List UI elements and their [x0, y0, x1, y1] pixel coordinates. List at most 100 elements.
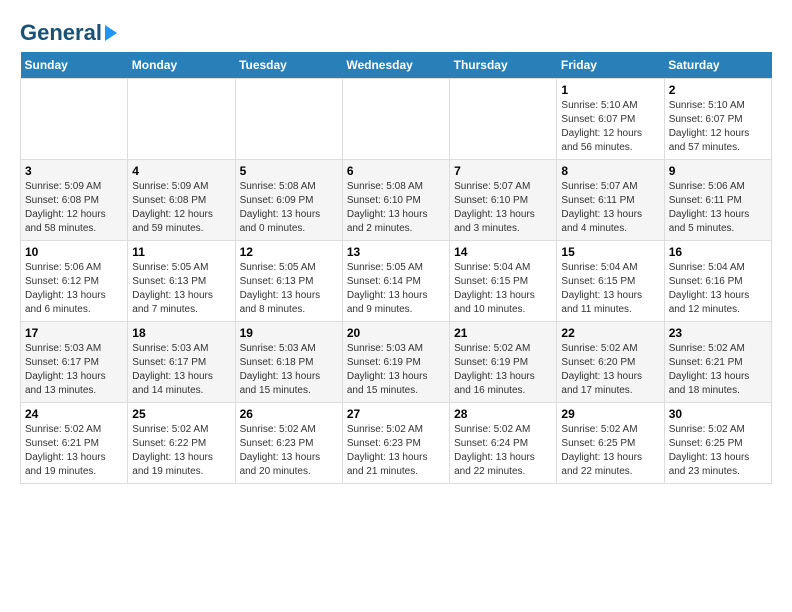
day-number: 19	[240, 326, 338, 340]
logo-arrow-icon	[105, 25, 117, 41]
day-number: 4	[132, 164, 230, 178]
calendar-cell	[128, 79, 235, 160]
day-number: 16	[669, 245, 767, 259]
logo-general: General	[20, 20, 102, 46]
day-number: 26	[240, 407, 338, 421]
day-number: 30	[669, 407, 767, 421]
weekday-wednesday: Wednesday	[342, 52, 449, 79]
calendar-cell	[450, 79, 557, 160]
day-info: Sunrise: 5:08 AM Sunset: 6:09 PM Dayligh…	[240, 180, 338, 236]
day-info: Sunrise: 5:03 AM Sunset: 6:17 PM Dayligh…	[25, 342, 123, 398]
day-info: Sunrise: 5:04 AM Sunset: 6:15 PM Dayligh…	[454, 261, 552, 317]
day-number: 21	[454, 326, 552, 340]
weekday-friday: Friday	[557, 52, 664, 79]
calendar-cell: 27 Sunrise: 5:02 AM Sunset: 6:23 PM Dayli…	[342, 403, 449, 484]
day-info: Sunrise: 5:05 AM Sunset: 6:13 PM Dayligh…	[132, 261, 230, 317]
day-info: Sunrise: 5:10 AM Sunset: 6:07 PM Dayligh…	[561, 99, 659, 155]
calendar-cell: 12Sunrise: 5:05 AM Sunset: 6:13 PM Dayli…	[235, 241, 342, 322]
calendar-cell: 30Sunrise: 5:02 AM Sunset: 6:25 PM Dayli…	[664, 403, 771, 484]
calendar-cell: 16 Sunrise: 5:04 AM Sunset: 6:16 PM Dayli…	[664, 241, 771, 322]
calendar-cell: 15 Sunrise: 5:04 AM Sunset: 6:15 PM Dayli…	[557, 241, 664, 322]
day-info: Sunrise: 5:06 AM Sunset: 6:12 PM Dayligh…	[25, 261, 123, 317]
day-number: 7	[454, 164, 552, 178]
calendar-cell: 28 Sunrise: 5:02 AM Sunset: 6:24 PM Dayli…	[450, 403, 557, 484]
calendar-cell: 21 Sunrise: 5:02 AM Sunset: 6:19 PM Dayli…	[450, 322, 557, 403]
day-number: 14	[454, 245, 552, 259]
calendar-cell: 20Sunrise: 5:03 AM Sunset: 6:19 PM Dayli…	[342, 322, 449, 403]
calendar-cell: 11 Sunrise: 5:05 AM Sunset: 6:13 PM Dayli…	[128, 241, 235, 322]
day-number: 22	[561, 326, 659, 340]
calendar-cell: 22 Sunrise: 5:02 AM Sunset: 6:20 PM Dayli…	[557, 322, 664, 403]
day-number: 24	[25, 407, 123, 421]
calendar-cell: 19 Sunrise: 5:03 AM Sunset: 6:18 PM Dayli…	[235, 322, 342, 403]
day-info: Sunrise: 5:05 AM Sunset: 6:14 PM Dayligh…	[347, 261, 445, 317]
day-number: 2	[669, 83, 767, 97]
day-number: 18	[132, 326, 230, 340]
weekday-sunday: Sunday	[21, 52, 128, 79]
day-info: Sunrise: 5:02 AM Sunset: 6:23 PM Dayligh…	[347, 423, 445, 479]
calendar-cell: 13 Sunrise: 5:05 AM Sunset: 6:14 PM Dayli…	[342, 241, 449, 322]
calendar-cell: 9Sunrise: 5:06 AM Sunset: 6:11 PM Daylig…	[664, 160, 771, 241]
day-info: Sunrise: 5:03 AM Sunset: 6:18 PM Dayligh…	[240, 342, 338, 398]
calendar-cell: 1 Sunrise: 5:10 AM Sunset: 6:07 PM Daylig…	[557, 79, 664, 160]
day-info: Sunrise: 5:02 AM Sunset: 6:20 PM Dayligh…	[561, 342, 659, 398]
calendar-cell: 2 Sunrise: 5:10 AM Sunset: 6:07 PM Daylig…	[664, 79, 771, 160]
day-info: Sunrise: 5:04 AM Sunset: 6:16 PM Dayligh…	[669, 261, 767, 317]
calendar-table: SundayMondayTuesdayWednesdayThursdayFrid…	[20, 52, 772, 484]
day-info: Sunrise: 5:03 AM Sunset: 6:17 PM Dayligh…	[132, 342, 230, 398]
calendar-cell: 6 Sunrise: 5:08 AM Sunset: 6:10 PM Daylig…	[342, 160, 449, 241]
calendar-cell: 26 Sunrise: 5:02 AM Sunset: 6:23 PM Dayli…	[235, 403, 342, 484]
calendar-week-row: 17Sunrise: 5:03 AM Sunset: 6:17 PM Dayli…	[21, 322, 772, 403]
day-number: 9	[669, 164, 767, 178]
day-info: Sunrise: 5:02 AM Sunset: 6:21 PM Dayligh…	[669, 342, 767, 398]
day-number: 23	[669, 326, 767, 340]
calendar-week-row: 10 Sunrise: 5:06 AM Sunset: 6:12 PM Dayli…	[21, 241, 772, 322]
weekday-saturday: Saturday	[664, 52, 771, 79]
day-number: 1	[561, 83, 659, 97]
day-number: 15	[561, 245, 659, 259]
day-number: 10	[25, 245, 123, 259]
calendar-cell	[21, 79, 128, 160]
day-info: Sunrise: 5:08 AM Sunset: 6:10 PM Dayligh…	[347, 180, 445, 236]
day-number: 12	[240, 245, 338, 259]
day-info: Sunrise: 5:02 AM Sunset: 6:21 PM Dayligh…	[25, 423, 123, 479]
weekday-monday: Monday	[128, 52, 235, 79]
calendar-cell: 8 Sunrise: 5:07 AM Sunset: 6:11 PM Daylig…	[557, 160, 664, 241]
day-number: 29	[561, 407, 659, 421]
day-number: 6	[347, 164, 445, 178]
day-info: Sunrise: 5:09 AM Sunset: 6:08 PM Dayligh…	[132, 180, 230, 236]
weekday-header-row: SundayMondayTuesdayWednesdayThursdayFrid…	[21, 52, 772, 79]
calendar-cell	[342, 79, 449, 160]
calendar-cell	[235, 79, 342, 160]
day-number: 11	[132, 245, 230, 259]
page-header: General	[20, 20, 772, 42]
day-info: Sunrise: 5:02 AM Sunset: 6:24 PM Dayligh…	[454, 423, 552, 479]
day-number: 8	[561, 164, 659, 178]
calendar-cell: 5 Sunrise: 5:08 AM Sunset: 6:09 PM Daylig…	[235, 160, 342, 241]
day-info: Sunrise: 5:04 AM Sunset: 6:15 PM Dayligh…	[561, 261, 659, 317]
day-info: Sunrise: 5:10 AM Sunset: 6:07 PM Dayligh…	[669, 99, 767, 155]
logo: General	[20, 20, 120, 42]
calendar-cell: 25 Sunrise: 5:02 AM Sunset: 6:22 PM Dayli…	[128, 403, 235, 484]
weekday-thursday: Thursday	[450, 52, 557, 79]
day-number: 5	[240, 164, 338, 178]
day-info: Sunrise: 5:02 AM Sunset: 6:23 PM Dayligh…	[240, 423, 338, 479]
day-info: Sunrise: 5:07 AM Sunset: 6:10 PM Dayligh…	[454, 180, 552, 236]
day-number: 13	[347, 245, 445, 259]
calendar-cell: 14 Sunrise: 5:04 AM Sunset: 6:15 PM Dayli…	[450, 241, 557, 322]
day-info: Sunrise: 5:02 AM Sunset: 6:22 PM Dayligh…	[132, 423, 230, 479]
calendar-cell: 7 Sunrise: 5:07 AM Sunset: 6:10 PM Daylig…	[450, 160, 557, 241]
day-info: Sunrise: 5:02 AM Sunset: 6:25 PM Dayligh…	[561, 423, 659, 479]
day-number: 27	[347, 407, 445, 421]
day-info: Sunrise: 5:07 AM Sunset: 6:11 PM Dayligh…	[561, 180, 659, 236]
weekday-tuesday: Tuesday	[235, 52, 342, 79]
calendar-cell: 29 Sunrise: 5:02 AM Sunset: 6:25 PM Dayli…	[557, 403, 664, 484]
calendar-week-row: 3 Sunrise: 5:09 AM Sunset: 6:08 PM Daylig…	[21, 160, 772, 241]
calendar-cell: 23 Sunrise: 5:02 AM Sunset: 6:21 PM Dayli…	[664, 322, 771, 403]
calendar-week-row: 1 Sunrise: 5:10 AM Sunset: 6:07 PM Daylig…	[21, 79, 772, 160]
calendar-cell: 17Sunrise: 5:03 AM Sunset: 6:17 PM Dayli…	[21, 322, 128, 403]
day-number: 3	[25, 164, 123, 178]
day-info: Sunrise: 5:02 AM Sunset: 6:19 PM Dayligh…	[454, 342, 552, 398]
day-number: 25	[132, 407, 230, 421]
day-number: 28	[454, 407, 552, 421]
